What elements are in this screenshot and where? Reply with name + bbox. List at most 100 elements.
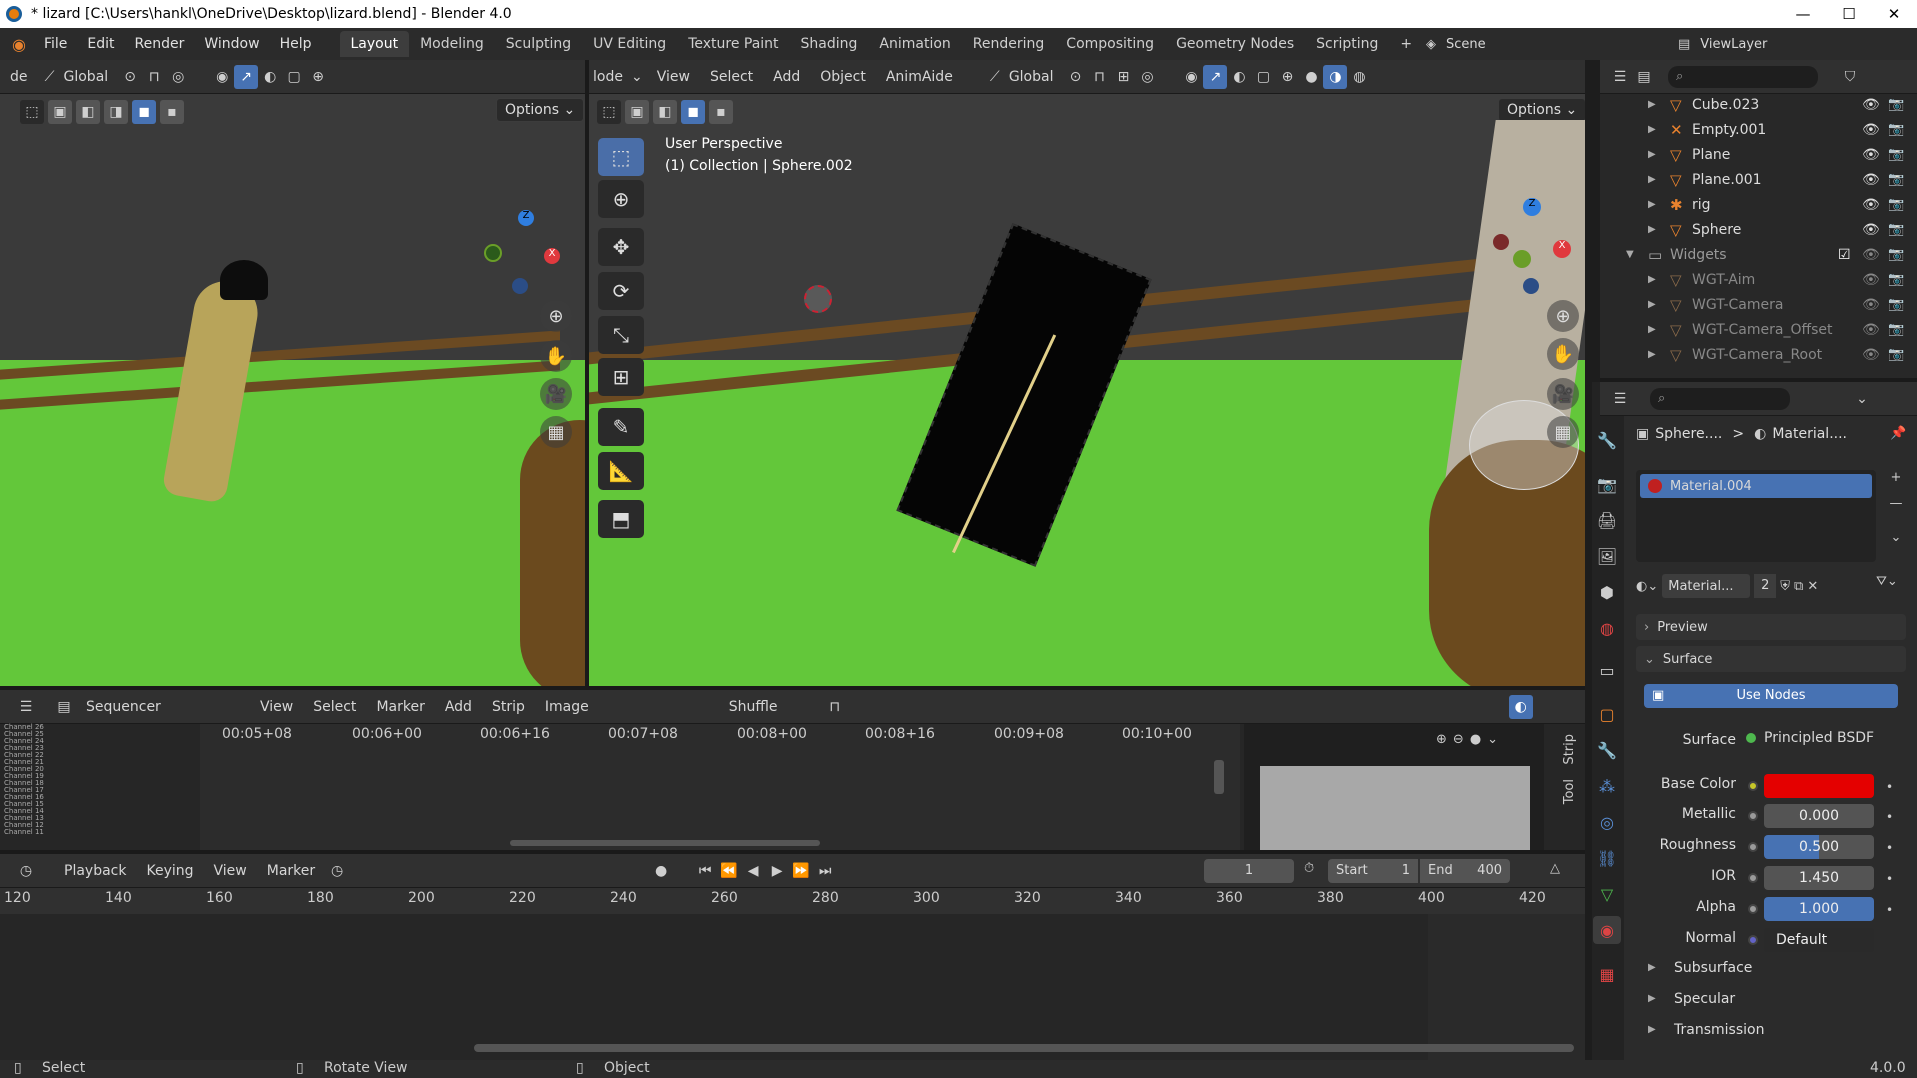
outliner-row-cube-023[interactable]: ▶ ▽ Cube.023 👁 📷 <box>1600 92 1917 117</box>
sequencer-vertical-scrollbar[interactable] <box>1214 760 1224 794</box>
camera-render-icon[interactable]: 📷 <box>1888 272 1904 287</box>
main-select-intersect-icon[interactable]: ▪ <box>709 100 733 124</box>
sequencer-view-type-dropdown[interactable]: Sequencer <box>76 699 250 715</box>
select-box-icon[interactable]: ⬚ <box>20 100 44 124</box>
material-name-field[interactable]: Material... <box>1662 574 1751 598</box>
tl-menu-marker[interactable]: Marker <box>257 863 325 879</box>
view-layer-props-icon[interactable]: 🖼 <box>1593 542 1621 570</box>
ior-field[interactable]: 1.450 <box>1764 866 1874 890</box>
render-props-icon[interactable]: 📷 <box>1593 470 1621 498</box>
timeline-editor-type-icon[interactable]: ◷ <box>14 859 38 883</box>
jump-end-icon[interactable]: ⏭ <box>813 859 837 883</box>
tool-cursor[interactable]: ⊕ <box>598 180 644 218</box>
node-filter-icon[interactable]: ⛛⌄ <box>1876 574 1898 589</box>
keyframe-dot[interactable]: • <box>1886 903 1893 917</box>
eye-icon[interactable]: 👁 <box>1862 322 1880 338</box>
metallic-field[interactable]: 0.000 <box>1764 804 1874 828</box>
properties-editor-type-icon[interactable]: ☰ <box>1608 387 1632 411</box>
main-menu-object[interactable]: Object <box>810 69 876 85</box>
tab-texture-paint[interactable]: Texture Paint <box>677 31 789 57</box>
material-props-icon[interactable]: ◉ <box>1593 916 1621 944</box>
proportional-icon[interactable]: ◎ <box>166 65 190 89</box>
particles-props-icon[interactable]: ⁂ <box>1593 772 1621 800</box>
outliner-row-wgt-camera-root[interactable]: ▶ ▽ WGT-Camera_Root 👁 📷 <box>1600 342 1917 367</box>
menu-window[interactable]: Window <box>194 36 269 52</box>
jump-start-icon[interactable]: ⏮ <box>693 859 717 883</box>
tab-scripting[interactable]: Scripting <box>1305 31 1389 57</box>
eye-icon[interactable]: 👁 <box>1862 297 1880 313</box>
scene-selector[interactable]: ◈ Scene <box>1426 32 1652 56</box>
main-gizmo-icon[interactable]: ↗ <box>1203 64 1228 89</box>
normal-field[interactable]: Default <box>1764 928 1874 952</box>
main-menu-add[interactable]: Add <box>763 69 810 85</box>
main-menu-view[interactable]: View <box>647 69 700 85</box>
select-intersect-icon[interactable]: ▪ <box>160 100 184 124</box>
main-camera-icon[interactable]: 🎥 <box>1547 378 1579 410</box>
strip-side-tab[interactable]: Strip <box>1562 734 1577 765</box>
preview-zoom-in-icon[interactable]: ⊕ <box>1436 732 1447 747</box>
outliner-editor-type-icon[interactable]: ☰ <box>1608 65 1632 89</box>
outliner-search-input[interactable]: ⌕ <box>1668 65 1818 88</box>
camera-render-icon[interactable]: 📷 <box>1888 222 1904 237</box>
main-select-extend-icon[interactable]: ◧ <box>653 100 677 124</box>
tab-rendering[interactable]: Rendering <box>962 31 1056 57</box>
properties-search-input[interactable]: ⌕ <box>1650 387 1790 410</box>
main-mode-dropdown[interactable]: lode <box>589 69 627 85</box>
output-props-icon[interactable]: 🖨 <box>1593 506 1621 534</box>
data-props-icon[interactable]: ▽ <box>1593 880 1621 908</box>
menu-help[interactable]: Help <box>270 36 322 52</box>
left-3d-viewport[interactable]: de ⟋ Global ⊙ ⊓ ◎ ◉ ↗ ◐ ▢ ⊕ ⬚ ▣ ◧ ◨ ◼ ▪ … <box>0 60 585 686</box>
add-slot-button[interactable]: + <box>1884 470 1908 494</box>
timeline-scrollbar[interactable] <box>474 1044 1574 1052</box>
keyframe-dot[interactable]: • <box>1886 780 1893 794</box>
outliner-row-empty-001[interactable]: ▶ ✕ Empty.001 👁 📷 <box>1600 117 1917 142</box>
tab-compositing[interactable]: Compositing <box>1055 31 1165 57</box>
tab-geometry-nodes[interactable]: Geometry Nodes <box>1165 31 1305 57</box>
camera-render-icon[interactable]: 📷 <box>1888 172 1904 187</box>
material-slot-item[interactable]: Material.004 <box>1640 474 1872 498</box>
fake-user-shield-icon[interactable]: ⛨ <box>1780 579 1790 594</box>
eye-icon[interactable]: 👁 <box>1862 147 1880 163</box>
tab-modeling[interactable]: Modeling <box>409 31 495 57</box>
menu-file[interactable]: File <box>34 36 77 52</box>
camera-render-icon[interactable]: 📷 <box>1888 347 1904 362</box>
main-3d-viewport[interactable]: lode ⌄ View Select Add Object AnimAide ⟋… <box>589 60 1585 686</box>
properties-options-icon[interactable]: ⌄ <box>1850 387 1874 411</box>
main-select-new-icon[interactable]: ▣ <box>625 100 649 124</box>
roughness-field[interactable]: 0.500 <box>1764 835 1874 859</box>
tl-menu-keying[interactable]: Keying <box>136 863 203 879</box>
camera-render-icon[interactable]: 📷 <box>1888 247 1904 262</box>
alpha-field[interactable]: 1.000 <box>1764 897 1874 921</box>
world-props-icon[interactable]: ◍ <box>1593 614 1621 642</box>
subsurface-subpanel[interactable]: Subsurface <box>1674 960 1752 976</box>
texture-props-icon[interactable]: ▦ <box>1593 960 1621 988</box>
main-select-invert-icon[interactable]: ◼ <box>681 100 705 124</box>
seq-menu-marker[interactable]: Marker <box>366 699 434 715</box>
auto-keying-icon[interactable]: ◷ <box>325 859 349 883</box>
outliner-row-rig[interactable]: ▶ ✱ rig 👁 📷 <box>1600 192 1917 217</box>
tab-layout[interactable]: Layout <box>339 31 410 57</box>
main-overlay-icon[interactable]: ◐ <box>1227 65 1251 89</box>
gizmo-toggle-icon[interactable]: ↗ <box>234 64 259 89</box>
menu-edit[interactable]: Edit <box>77 36 124 52</box>
pan-hand-icon[interactable]: ✋ <box>540 340 572 372</box>
play-reverse-icon[interactable]: ◀ <box>741 859 765 883</box>
seq-menu-image[interactable]: Image <box>535 699 599 715</box>
main-xray-icon[interactable]: ▢ <box>1251 65 1275 89</box>
shading-wireframe-icon[interactable]: ⊕ <box>1275 65 1299 89</box>
shading-rendered-icon[interactable]: ◍ <box>1347 65 1371 89</box>
eye-icon[interactable]: 👁 <box>1862 222 1880 238</box>
remove-slot-button[interactable]: — <box>1884 496 1908 520</box>
main-snap-target-icon[interactable]: ⊞ <box>1111 65 1135 89</box>
blender-menu-icon[interactable]: ◉ <box>12 35 26 54</box>
main-options-dropdown[interactable]: Options ⌄ <box>1498 98 1585 122</box>
eye-icon[interactable]: 👁 <box>1862 97 1880 113</box>
main-pan-icon[interactable]: ✋ <box>1547 338 1579 370</box>
outliner-row-plane-001[interactable]: ▶ ▽ Plane.001 👁 📷 <box>1600 167 1917 192</box>
modifier-props-icon[interactable]: 🔧 <box>1593 736 1621 764</box>
play-icon[interactable]: ▶ <box>765 859 789 883</box>
slot-specials-button[interactable]: ⌄ <box>1884 530 1908 554</box>
camera-render-icon[interactable]: 📷 <box>1888 97 1904 112</box>
timeline-options-icon[interactable]: △ <box>1550 861 1560 876</box>
seq-menu-strip[interactable]: Strip <box>482 699 535 715</box>
